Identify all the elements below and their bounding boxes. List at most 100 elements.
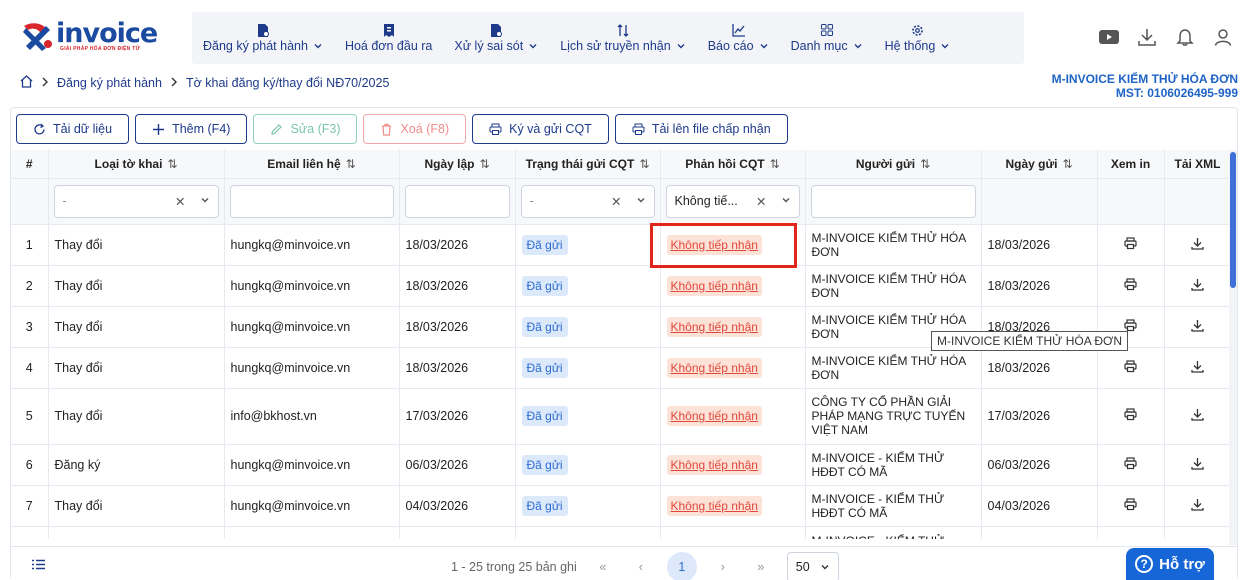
printer-icon[interactable] xyxy=(1124,408,1137,424)
row-response[interactable]: Không tiếp nhận xyxy=(666,316,762,337)
menu-catalog[interactable]: Danh mục xyxy=(780,12,874,64)
sort-icon[interactable]: ⇅ xyxy=(346,157,356,171)
current-page[interactable]: 1 xyxy=(666,552,697,580)
prev-page-icon[interactable]: ‹ xyxy=(629,555,653,579)
printer-icon[interactable] xyxy=(1124,236,1137,253)
row-status: Đã gửi xyxy=(521,406,568,426)
row-num: 4 xyxy=(25,360,33,375)
row-sent-date: 04/03/2026 xyxy=(987,498,1051,513)
table-row[interactable]: 4 Thay đổi hungkq@minvoice.vn 18/03/2026 Đã … xyxy=(11,347,1231,389)
chevron-down-icon[interactable] xyxy=(636,194,646,208)
youtube-icon[interactable] xyxy=(1098,26,1120,48)
download-icon[interactable] xyxy=(1191,278,1204,294)
col-type[interactable]: Loại tờ khai ⇅ xyxy=(48,150,225,179)
sender-filter-input[interactable] xyxy=(810,184,976,218)
vertical-scrollbar[interactable] xyxy=(1229,150,1237,545)
email-filter-input[interactable] xyxy=(229,184,394,218)
sort-icon[interactable]: ⇅ xyxy=(770,157,780,171)
download-icon[interactable] xyxy=(1191,319,1204,335)
breadcrumb: Đăng ký phát hành Tờ khai đăng ký/thay đ… xyxy=(20,75,389,91)
menu-errors[interactable]: Xử lý sai sót xyxy=(443,12,549,64)
row-type: Thay đổi xyxy=(54,360,103,375)
chevron-down-icon[interactable] xyxy=(781,194,791,208)
table-row[interactable]: 5 Thay đổi info@bkhost.vn 17/03/2026 Đã gửi K… xyxy=(11,388,1231,445)
col-sender[interactable]: Người gửi ⇅ xyxy=(805,150,982,179)
sort-icon[interactable]: ⇅ xyxy=(920,157,930,171)
edit-button[interactable]: Sửa (F3) xyxy=(253,114,358,144)
sort-icon[interactable]: ⇅ xyxy=(167,157,177,171)
response-filter-select[interactable]: Không tiế... ✕ xyxy=(665,184,800,218)
next-page-icon[interactable]: › xyxy=(711,555,735,579)
download-icon[interactable] xyxy=(1136,26,1158,48)
menu-system[interactable]: Hệ thống xyxy=(874,12,962,64)
row-type: Thay đổi xyxy=(54,319,103,334)
sort-icon[interactable]: ⇅ xyxy=(1062,157,1072,171)
delete-button[interactable]: Xoá (F8) xyxy=(363,114,467,144)
row-response[interactable]: Không tiếp nhận xyxy=(666,454,762,475)
status-filter-select[interactable]: - ✕ xyxy=(520,184,655,218)
col-sent-date[interactable]: Ngày gửi ⇅ xyxy=(981,150,1098,179)
row-response[interactable]: Không tiếp nhận xyxy=(666,406,762,426)
filter-row: - ✕ - ✕ Không tiế... ✕ xyxy=(11,178,1231,225)
row-num: 2 xyxy=(25,278,33,293)
printer-icon[interactable] xyxy=(1124,277,1137,294)
table-row[interactable]: 2 Thay đổi hungkq@minvoice.vn 18/03/2026 Đã … xyxy=(11,265,1231,307)
col-status[interactable]: Trạng thái gửi CQT ⇅ xyxy=(515,150,661,179)
footer: 1 - 25 trong 25 bản ghi « ‹ 1 › » 50 xyxy=(11,546,1237,580)
page-size-select[interactable]: 50 xyxy=(786,552,839,580)
row-email: hungkq@minvoice.vn xyxy=(230,237,351,252)
row-email: hungkq@minvoice.vn xyxy=(230,498,351,513)
main-menu: Đăng ký phát hành Hoá đơn đầu ra Xử lý s… xyxy=(192,12,1024,64)
sort-arrows-icon xyxy=(617,23,629,37)
date-filter-input[interactable] xyxy=(404,184,510,218)
menu-history[interactable]: Lịch sử truyền nhận xyxy=(549,12,697,64)
row-num: 5 xyxy=(25,409,33,423)
row-date: 06/03/2026 xyxy=(405,457,469,472)
clear-icon[interactable]: ✕ xyxy=(611,194,621,209)
upload-accept-button[interactable]: Tải lên file chấp nhận xyxy=(614,114,788,144)
menu-output-invoice[interactable]: Hoá đơn đầu ra xyxy=(334,12,443,64)
download-icon[interactable] xyxy=(1191,360,1204,376)
download-icon[interactable] xyxy=(1191,457,1204,473)
chevron-down-icon[interactable] xyxy=(200,194,210,208)
table-row[interactable]: 6 Đăng ký hungkq@minvoice.vn 06/03/2026 Đã g… xyxy=(11,444,1231,486)
col-email[interactable]: Email liên hệ ⇅ xyxy=(224,150,400,179)
menu-register[interactable]: Đăng ký phát hành xyxy=(192,12,334,64)
table-row[interactable]: 1 Thay đổi hungkq@minvoice.vn 18/03/2026 Đã … xyxy=(11,224,1231,266)
sort-icon[interactable]: ⇅ xyxy=(639,157,649,171)
col-date[interactable]: Ngày lập ⇅ xyxy=(399,150,516,179)
user-icon[interactable] xyxy=(1212,26,1234,48)
row-response[interactable]: Không tiếp nhận xyxy=(666,495,762,516)
col-response[interactable]: Phản hồi CQT ⇅ xyxy=(660,150,806,179)
last-page-icon[interactable]: » xyxy=(749,555,773,579)
printer-icon[interactable] xyxy=(1124,497,1137,514)
download-icon[interactable] xyxy=(1191,498,1204,514)
home-icon[interactable] xyxy=(20,75,33,91)
clear-icon[interactable]: ✕ xyxy=(175,194,185,209)
download-icon[interactable] xyxy=(1191,409,1204,424)
menu-catalog-label: Danh mục xyxy=(790,38,848,53)
row-num: 1 xyxy=(25,237,33,252)
row-type: Thay đổi xyxy=(54,409,103,423)
row-response[interactable]: Không tiếp nhận xyxy=(666,275,762,296)
printer-icon[interactable] xyxy=(1124,359,1137,376)
reload-button[interactable]: Tải dữ liệu xyxy=(16,114,130,144)
row-response[interactable]: Không tiếp nhận xyxy=(666,357,762,378)
sign-send-button[interactable]: Ký và gửi CQT xyxy=(472,114,609,144)
scrollbar-thumb[interactable] xyxy=(1230,152,1236,288)
sort-icon[interactable]: ⇅ xyxy=(479,157,489,171)
clear-icon[interactable]: ✕ xyxy=(756,194,766,209)
table-row[interactable]: M-INVOICE - KIỂM THỬ xyxy=(11,526,1231,539)
download-icon[interactable] xyxy=(1191,237,1204,253)
menu-reports[interactable]: Báo cáo xyxy=(697,12,780,64)
bell-icon[interactable] xyxy=(1174,26,1196,48)
add-button[interactable]: Thêm (F4) xyxy=(135,114,248,144)
list-icon[interactable] xyxy=(32,559,45,573)
breadcrumb-register[interactable]: Đăng ký phát hành xyxy=(57,76,162,90)
table-row[interactable]: 7 Thay đổi hungkq@minvoice.vn 04/03/2026 Đã … xyxy=(11,485,1231,527)
logo[interactable]: invoice GIẢI PHÁP HÓA ĐƠN ĐIỆN TỬ xyxy=(20,18,160,58)
type-filter-select[interactable]: - ✕ xyxy=(53,184,219,218)
first-page-icon[interactable]: « xyxy=(591,555,615,579)
printer-icon[interactable] xyxy=(1124,456,1137,473)
help-button[interactable]: ? Hỗ trợ xyxy=(1126,548,1214,580)
